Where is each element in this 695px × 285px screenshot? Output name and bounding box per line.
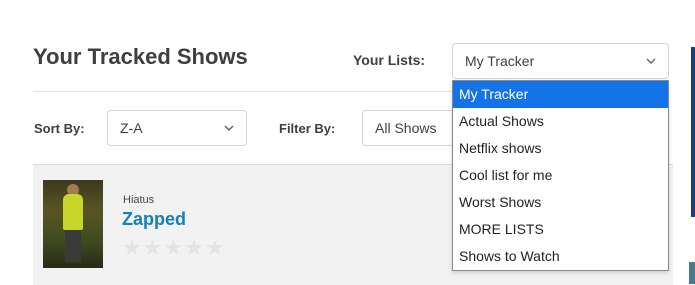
rating-stars[interactable]: ★★★★★ — [122, 235, 226, 261]
lists-label: Your Lists: — [353, 52, 426, 68]
star-icon[interactable]: ★ — [184, 235, 205, 260]
chevron-down-icon — [646, 58, 656, 65]
lists-dropdown-menu: My Tracker Actual Shows Netflix shows Co… — [452, 80, 669, 271]
star-icon[interactable]: ★ — [122, 235, 143, 260]
chevron-down-icon — [224, 125, 234, 132]
star-icon[interactable]: ★ — [143, 235, 164, 260]
filter-select[interactable]: All Shows — [362, 110, 462, 146]
page-title: Your Tracked Shows — [33, 44, 248, 69]
star-icon[interactable]: ★ — [205, 235, 226, 260]
lists-option[interactable]: Cool list for me — [453, 162, 668, 189]
lists-option[interactable]: MORE LISTS — [453, 216, 668, 243]
lists-option[interactable]: Worst Shows — [453, 189, 668, 216]
sort-label: Sort By: — [34, 121, 85, 136]
lists-option[interactable]: Actual Shows — [453, 108, 668, 135]
filter-select-value: All Shows — [375, 120, 437, 136]
filter-label: Filter By: — [279, 121, 336, 136]
poster-figure-body — [63, 194, 83, 230]
sort-select[interactable]: Z-A — [107, 110, 247, 146]
show-status: Hiatus — [123, 194, 155, 206]
sort-select-value: Z-A — [120, 120, 143, 136]
side-accent-bar-lower — [689, 262, 695, 284]
lists-option[interactable]: Shows to Watch — [453, 243, 668, 270]
lists-option[interactable]: Netflix shows — [453, 135, 668, 162]
side-accent-bar — [691, 47, 695, 217]
lists-select[interactable]: My Tracker — [452, 43, 669, 79]
lists-option[interactable]: My Tracker — [453, 81, 668, 108]
star-icon[interactable]: ★ — [163, 235, 184, 260]
poster-figure-legs — [65, 230, 81, 262]
show-poster[interactable] — [43, 180, 103, 268]
lists-select-value: My Tracker — [465, 53, 535, 69]
show-title-link[interactable]: Zapped — [122, 209, 186, 230]
